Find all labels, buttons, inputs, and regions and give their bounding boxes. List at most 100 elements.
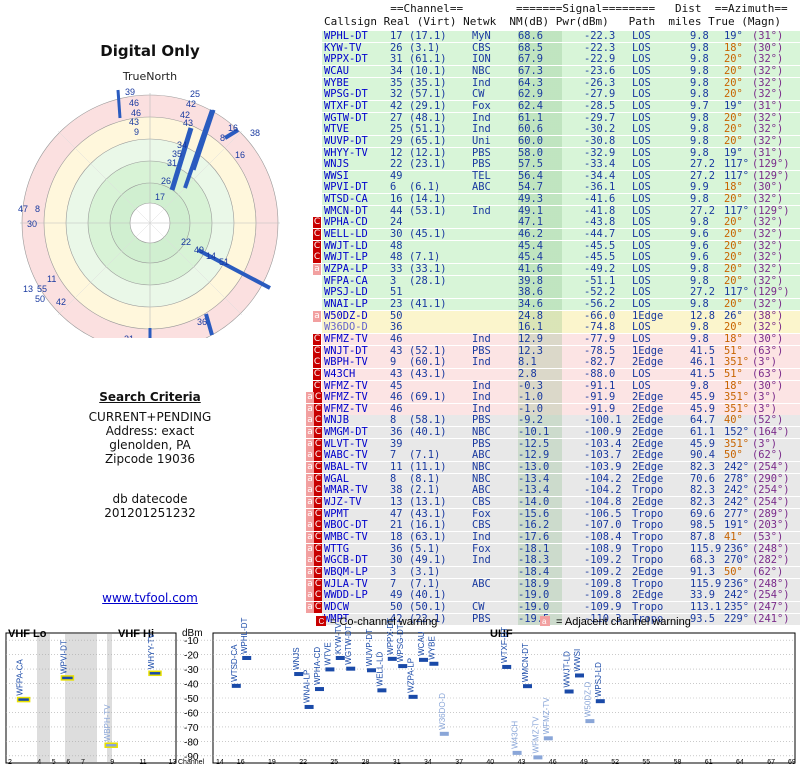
station-callsign[interactable]: WELL-LD <box>324 229 368 240</box>
station-callsign[interactable]: WFMZ-TV <box>324 392 368 403</box>
station-callsign[interactable]: WWJT-LP <box>324 252 368 263</box>
station-callsign[interactable]: WPHA-CD <box>324 217 368 228</box>
station-callsign[interactable]: WNAI-LP <box>324 298 368 310</box>
station-path: LOS <box>632 251 651 264</box>
signal-mark-label: WNAI-LP <box>303 670 312 703</box>
station-callsign[interactable]: WBAL-TV <box>324 462 368 473</box>
station-callsign[interactable]: WPPX-DT <box>324 54 368 65</box>
station-callsign[interactable]: WPSG-DT <box>324 89 368 100</box>
station-callsign[interactable]: WJZ-TV <box>324 497 362 508</box>
station-callsign[interactable]: WPVI-DT <box>324 182 368 193</box>
station-callsign[interactable]: WABC-TV <box>324 450 368 461</box>
station-distance: 70.6 <box>690 472 716 485</box>
station-callsign[interactable]: W36DO-D <box>324 322 368 333</box>
signal-mark-label: WPSG-DT <box>396 624 405 662</box>
polar-label: 25 <box>190 89 200 99</box>
station-callsign[interactable]: WLVT-TV <box>324 438 368 450</box>
station-callsign[interactable]: WPHL-DT <box>324 31 368 42</box>
station-azimuth-true: 351° <box>724 437 750 450</box>
co-channel-warning-icon: C <box>314 415 322 427</box>
station-callsign[interactable]: WTXF-DT <box>324 100 368 112</box>
signal-mark-label: W36DO-D <box>438 693 447 730</box>
station-real-channel: 43 <box>390 367 403 380</box>
co-channel-warning-icon: C <box>314 497 322 508</box>
station-callsign[interactable]: WUVP-DT <box>324 135 368 147</box>
station-network: NBC <box>472 461 491 474</box>
station-callsign[interactable]: WMAR-TV <box>324 485 368 496</box>
station-callsign[interactable]: WCAU <box>324 65 349 77</box>
station-azimuth-true: 351° <box>724 402 750 415</box>
station-callsign[interactable]: WFPA-CA <box>324 275 368 287</box>
station-azimuth-true: 20° <box>724 111 743 124</box>
station-distance: 9.8 <box>690 111 709 124</box>
station-azimuth-true: 20° <box>724 297 743 310</box>
station-power: -100.1 <box>584 414 622 427</box>
station-callsign[interactable]: WYBE <box>324 77 349 89</box>
adjacent-channel-warning-icon: a <box>313 264 321 275</box>
table-row: WPHA-CD 24 47.1 -43.8 LOS 9.8 20° (32°) <box>322 217 800 229</box>
station-callsign[interactable]: WGCB-DT <box>324 555 368 566</box>
station-callsign[interactable]: WZPA-LP <box>324 264 368 275</box>
station-callsign[interactable]: W50DZ-D <box>324 310 368 322</box>
station-callsign[interactable]: WJLA-TV <box>324 578 368 590</box>
station-virtual-channel: (45.1) <box>409 228 447 241</box>
station-distance: 82.3 <box>690 484 716 497</box>
station-callsign[interactable]: KYW-TV <box>324 42 362 54</box>
station-nm: 49.3 <box>518 193 544 206</box>
x-tick-label: 22 <box>299 759 307 766</box>
station-network: ABC <box>472 577 491 590</box>
polar-label: 9 <box>134 127 139 137</box>
station-virtual-channel: (28.1) <box>409 274 447 287</box>
tvfool-link[interactable]: www.tvfool.com <box>0 591 300 605</box>
co-channel-warning-icon: C <box>313 217 321 229</box>
station-callsign[interactable]: WGTW-DT <box>324 112 368 124</box>
station-callsign[interactable]: WGAL <box>324 473 349 485</box>
co-channel-warning-icon: C <box>313 229 321 241</box>
station-azimuth-magn: (32°) <box>752 321 784 334</box>
station-callsign[interactable]: WMCN-DT <box>324 205 368 217</box>
station-callsign[interactable]: WMBC-TV <box>324 531 368 543</box>
x-tick-label: 49 <box>580 759 588 766</box>
criteria-line: CURRENT+PENDING <box>88 410 212 424</box>
signal-mark <box>502 664 512 669</box>
station-callsign[interactable]: WPSJ-LD <box>324 287 368 298</box>
station-callsign[interactable]: WTTG <box>324 543 349 555</box>
station-callsign[interactable]: WFMZ-TV <box>324 333 368 345</box>
station-nm: 8.1 <box>518 356 537 369</box>
station-callsign[interactable]: WNJT-DT <box>324 345 368 357</box>
station-distance: 9.8 <box>690 41 709 54</box>
x-tick-label: 64 <box>736 759 744 766</box>
station-network: Uni <box>472 134 491 147</box>
station-callsign[interactable]: WWSI <box>324 170 349 182</box>
station-path: LOS <box>632 169 651 182</box>
station-callsign[interactable]: WBOC-DT <box>324 520 368 531</box>
station-callsign[interactable]: WWDD-LP <box>324 590 368 601</box>
signal-mark-label: WPVI-DT <box>59 640 68 674</box>
station-callsign[interactable]: WBQM-LP <box>324 566 368 578</box>
station-callsign[interactable]: WBPH-TV <box>324 357 368 368</box>
table-row: WNJB 8 (58.1) PBS -9.2 -100.1 2Edge 64.7 40° (52°… <box>322 414 800 427</box>
adjacent-channel-warning-icon: a <box>306 578 314 590</box>
station-callsign[interactable]: WWJT-LD <box>324 240 368 252</box>
station-callsign[interactable]: WNJS <box>324 159 349 170</box>
station-callsign[interactable]: WPMT <box>324 508 349 520</box>
table-header: ==Channel== =======Signal======== Dist =… <box>300 0 800 32</box>
station-distance: 9.8 <box>690 88 709 101</box>
station-nm: -12.9 <box>518 449 550 462</box>
station-power: -107.0 <box>584 519 622 532</box>
station-callsign[interactable]: WMGM-DT <box>324 427 368 438</box>
station-nm: -12.5 <box>518 437 550 450</box>
station-callsign[interactable]: WFMZ-TV <box>324 380 368 392</box>
table-row: WJLA-TV 7 (7.1) ABC -18.9 -109.8 Tropo 115.9 236… <box>322 577 800 590</box>
station-callsign[interactable]: WTVE <box>324 124 349 135</box>
station-callsign[interactable]: WTSD-CA <box>324 194 368 205</box>
station-callsign[interactable]: W43CH <box>324 368 355 380</box>
x-tick-label: 14 <box>216 759 224 766</box>
station-path: 1Edge <box>632 344 664 357</box>
station-callsign[interactable]: WFMZ-TV <box>324 403 368 415</box>
signal-mark-label: WGTW-DT <box>344 625 353 665</box>
station-path: LOS <box>632 76 651 89</box>
station-callsign[interactable]: WNJB <box>324 415 349 426</box>
table-row: KYW-TV 26 (3.1) CBS 68.5 -22.3 LOS 9.8 18° (30°) <box>322 41 800 54</box>
station-callsign[interactable]: WHYY-TV <box>324 147 368 159</box>
